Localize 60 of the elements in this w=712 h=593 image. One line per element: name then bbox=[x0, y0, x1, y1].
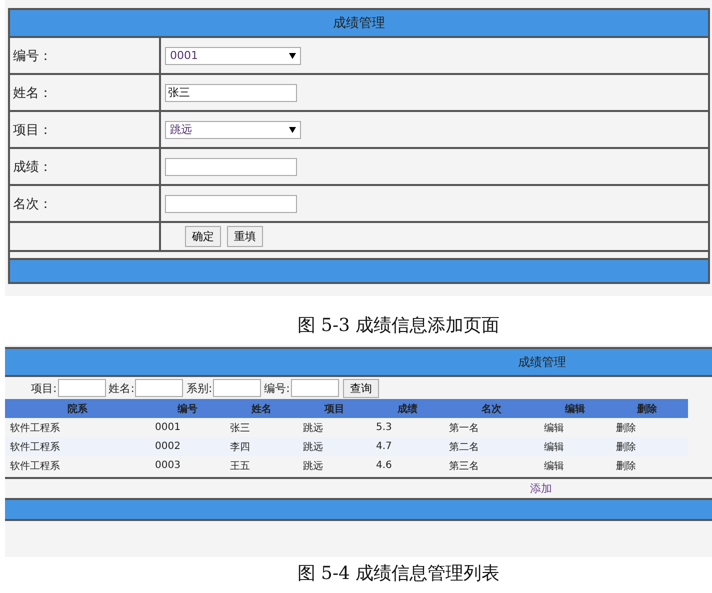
filter-field[interactable] bbox=[213, 379, 262, 397]
table-cell-text: 编辑 bbox=[544, 422, 564, 434]
table-cell-text: 李四 bbox=[230, 440, 250, 454]
table-cell-text: 编辑 bbox=[544, 460, 564, 472]
input-field[interactable] bbox=[165, 194, 297, 212]
field-label: 姓名： bbox=[13, 84, 52, 102]
filter-field[interactable] bbox=[135, 379, 184, 397]
table-cell-text: 跳远 bbox=[303, 460, 323, 472]
filter-label: 编号: bbox=[264, 380, 290, 396]
field-label: 成绩： bbox=[13, 158, 52, 176]
figure-caption: 图 5-3 成绩信息添加页面 bbox=[296, 314, 501, 338]
add-link[interactable]: 添加 bbox=[530, 481, 552, 496]
column-header: 姓名 bbox=[252, 402, 272, 416]
table-cell-text: 软件工程系 bbox=[10, 460, 60, 472]
column-header: 院系 bbox=[68, 402, 88, 416]
table-cell-text: 删除 bbox=[616, 440, 636, 454]
table-cell: 0001 bbox=[155, 422, 180, 433]
field-label: 项目： bbox=[13, 122, 52, 138]
column-header: 项目 bbox=[324, 402, 344, 416]
search-button[interactable]: 查询 bbox=[342, 378, 379, 398]
table-cell-text: 软件工程系 bbox=[10, 440, 60, 454]
filter-field[interactable] bbox=[58, 379, 106, 397]
table-cell: 4.7 bbox=[376, 441, 392, 452]
filter-field[interactable] bbox=[290, 379, 339, 397]
table-cell-text: 第一名 bbox=[449, 422, 479, 434]
column-header: 成绩 bbox=[398, 402, 418, 416]
table-cell-text: 王五 bbox=[230, 460, 250, 472]
column-header: 名次 bbox=[482, 402, 502, 416]
table-cell-text: 删除 bbox=[616, 422, 636, 434]
page-title: 成绩管理 bbox=[518, 354, 566, 370]
table-cell: 0003 bbox=[155, 460, 180, 471]
column-header: 编辑 bbox=[565, 402, 585, 416]
dropdown-arrow-icon bbox=[289, 52, 296, 58]
table-cell: 4.6 bbox=[376, 460, 392, 471]
table-cell-text: 跳远 bbox=[303, 422, 323, 434]
table-cell: 5.3 bbox=[376, 422, 392, 433]
table-cell-text: 删除 bbox=[616, 460, 636, 472]
form-button[interactable]: 重填 bbox=[227, 226, 263, 247]
input-field[interactable]: 张三 bbox=[165, 84, 297, 102]
select-field[interactable]: 0001 bbox=[165, 46, 301, 64]
table-cell-text: 软件工程系 bbox=[10, 422, 60, 434]
filter-label: 系别: bbox=[186, 380, 212, 396]
page-title: 成绩管理 bbox=[333, 15, 385, 32]
table-cell-text: 跳远 bbox=[303, 440, 323, 454]
select-field[interactable]: 跳远 bbox=[165, 120, 301, 138]
column-header: 编号 bbox=[178, 402, 198, 416]
field-label: 编号： bbox=[13, 48, 52, 64]
table-cell-text: 张三 bbox=[230, 422, 250, 434]
table-cell-text: 编辑 bbox=[544, 440, 564, 454]
table-cell-text: 第三名 bbox=[449, 460, 479, 472]
form-button[interactable]: 确定 bbox=[185, 226, 221, 247]
filter-label: 姓名: bbox=[108, 380, 134, 396]
column-header: 删除 bbox=[637, 402, 657, 416]
figure-caption: 图 5-4 成绩信息管理列表 bbox=[296, 562, 501, 585]
dropdown-arrow-icon bbox=[289, 126, 296, 132]
filter-label: 项目: bbox=[31, 380, 57, 396]
table-cell: 0002 bbox=[155, 441, 180, 452]
field-label: 名次： bbox=[13, 196, 52, 212]
table-cell-text: 第二名 bbox=[449, 440, 479, 454]
input-field[interactable] bbox=[165, 158, 297, 176]
